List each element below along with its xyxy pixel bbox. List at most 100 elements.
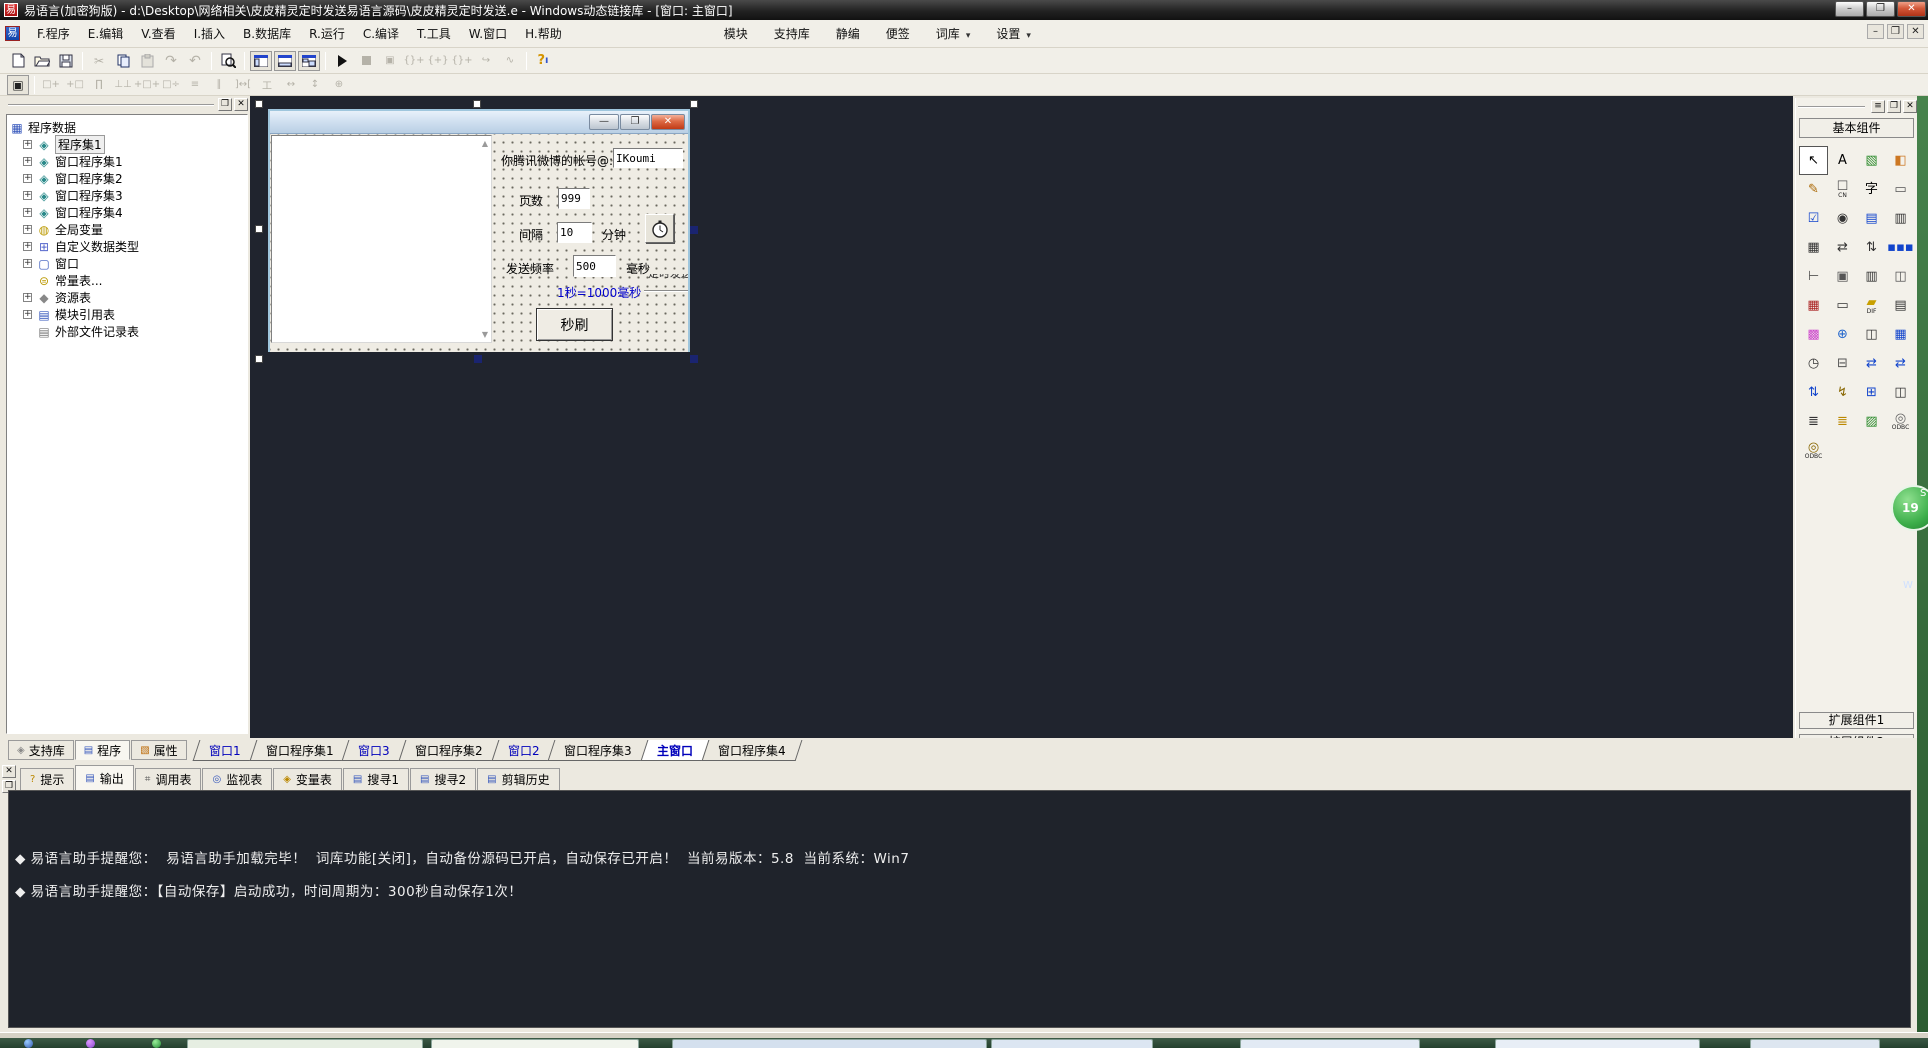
palette-component[interactable]: ▭ <box>1828 291 1857 320</box>
maximize-button[interactable]: ❐ <box>1866 1 1895 17</box>
document-tab[interactable]: 窗口程序集3 <box>547 740 649 761</box>
scroll-down-icon[interactable]: ▼ <box>480 330 490 339</box>
expand-icon[interactable]: + <box>23 310 32 319</box>
palette-component[interactable]: ⊟ <box>1828 349 1857 378</box>
extended-components-1-button[interactable]: 扩展组件1 <box>1799 712 1914 729</box>
document-tab[interactable]: 窗口1 <box>192 740 258 761</box>
palette-component[interactable]: 字 <box>1857 175 1886 204</box>
context-help-icon[interactable]: ? ı <box>532 51 554 71</box>
tree-item[interactable]: + ◍ 全局变量 <box>9 221 245 238</box>
align-icon[interactable]: +□+ <box>134 75 160 95</box>
document-tab[interactable]: 窗口程序集2 <box>398 740 499 761</box>
output-tab[interactable]: ◈ 变量表 <box>273 768 342 790</box>
expand-icon[interactable]: + <box>23 225 32 234</box>
form-maximize-button[interactable]: ❐ <box>620 114 650 130</box>
palette-component[interactable]: ☐ CN <box>1828 175 1857 204</box>
panel-tab[interactable]: ◈ 支持库 <box>8 740 74 760</box>
panel-button[interactable]: ✕ <box>2 765 16 778</box>
palette-component[interactable]: ▪▪▪ <box>1886 233 1915 262</box>
palette-component[interactable]: A <box>1828 146 1857 175</box>
expand-icon[interactable]: + <box>23 157 32 166</box>
menu-item[interactable]: B.数据库 <box>234 22 300 45</box>
listbox-scrollbar[interactable]: ▲ ▼ <box>479 136 491 342</box>
close-button[interactable]: ✕ <box>1897 1 1926 17</box>
debug-icon[interactable]: ↪ <box>475 51 497 71</box>
document-tab[interactable]: 主窗口 <box>640 740 710 761</box>
expand-icon[interactable]: + <box>23 293 32 302</box>
copy-icon[interactable] <box>112 51 134 71</box>
taskbar-button[interactable] <box>991 1039 1153 1048</box>
resize-handle[interactable] <box>255 355 263 363</box>
tree-item[interactable]: + ◈ 窗口程序集1 <box>9 153 245 170</box>
debug-icon[interactable]: ∿ <box>499 51 521 71</box>
palette-component[interactable]: ◷ <box>1799 349 1828 378</box>
expand-icon[interactable]: + <box>23 191 32 200</box>
debug-icon[interactable]: {+} <box>427 51 449 71</box>
align-icon[interactable]: □+ <box>40 75 62 95</box>
menu-item[interactable]: 静编 <box>823 22 873 45</box>
tree-item[interactable]: + ⊞ 自定义数据类型 <box>9 238 245 255</box>
palette-component[interactable]: ▥ <box>1857 262 1886 291</box>
expand-icon[interactable]: + <box>23 140 32 149</box>
layout-mixed-pane-icon[interactable] <box>298 50 320 71</box>
palette-component[interactable]: ⇄ <box>1828 233 1857 262</box>
resize-handle[interactable] <box>690 355 698 363</box>
palette-component[interactable]: ↖ <box>1799 146 1828 175</box>
tree-item[interactable]: + ◈ 程序集1 <box>9 135 245 154</box>
paste-icon[interactable] <box>136 51 158 71</box>
mdi-control-button[interactable]: – <box>1867 24 1884 39</box>
menu-item[interactable]: W.窗口 <box>460 22 516 45</box>
panel-button[interactable]: ❐ <box>218 98 232 111</box>
menu-item[interactable]: 模块 <box>711 22 761 45</box>
menu-item[interactable]: T.工具 <box>408 22 460 45</box>
form-close-button[interactable]: ✕ <box>651 114 685 130</box>
output-tab[interactable]: ▤ 搜寻1 <box>342 768 410 790</box>
palette-component[interactable]: ▤ <box>1857 204 1886 233</box>
stop-icon[interactable] <box>355 51 377 71</box>
menu-item[interactable]: F.程序 <box>28 22 79 45</box>
open-file-icon[interactable] <box>31 51 53 71</box>
output-tab[interactable]: ▤ 输出 <box>75 765 134 790</box>
mdi-control-button[interactable]: ❐ <box>1887 24 1904 39</box>
menu-item[interactable]: 词库 <box>923 22 984 45</box>
taskbar-button[interactable] <box>431 1039 639 1048</box>
palette-component[interactable]: ▦ <box>1886 320 1915 349</box>
align-icon[interactable]: ⊕ <box>328 75 350 95</box>
layout-top-pane-icon[interactable] <box>274 50 296 71</box>
palette-component[interactable]: ◫ <box>1886 262 1915 291</box>
run-icon[interactable] <box>331 51 353 71</box>
taskbar-icon[interactable] <box>86 1039 95 1048</box>
tree-item[interactable]: + ◈ 窗口程序集2 <box>9 170 245 187</box>
palette-component[interactable]: ☑ <box>1799 204 1828 233</box>
expand-icon[interactable]: + <box>23 242 32 251</box>
menu-item[interactable]: 便签 <box>873 22 923 45</box>
output-tab[interactable]: ? 提示 <box>20 768 75 790</box>
save-icon[interactable] <box>55 51 77 71</box>
align-icon[interactable]: ≡ <box>184 75 206 95</box>
panel-button[interactable]: ✕ <box>234 98 248 111</box>
palette-component[interactable]: ▰ DIF <box>1857 291 1886 320</box>
palette-component[interactable]: ▧ <box>1857 146 1886 175</box>
interval-input[interactable] <box>557 222 592 243</box>
palette-component[interactable]: ◉ <box>1828 204 1857 233</box>
resize-handle[interactable] <box>690 100 698 108</box>
palette-component[interactable]: ◎ ODBC <box>1799 436 1828 465</box>
refresh-button[interactable]: 秒刷 <box>536 308 613 341</box>
palette-component[interactable]: ⇅ <box>1857 233 1886 262</box>
mdi-control-button[interactable]: ✕ <box>1907 24 1924 39</box>
menu-item[interactable]: 支持库 <box>761 22 823 45</box>
debug-icon[interactable]: {}+ <box>451 51 473 71</box>
align-icon[interactable]: ⊥⊥ <box>112 75 134 95</box>
taskbar-button[interactable] <box>1750 1039 1880 1048</box>
tree-item[interactable]: ⊜ 常量表... <box>9 272 245 289</box>
expand-icon[interactable] <box>23 327 32 336</box>
menu-item[interactable]: V.查看 <box>132 22 184 45</box>
palette-component[interactable]: ▩ <box>1799 320 1828 349</box>
form-grid-toggle-icon[interactable]: ▣ <box>7 74 29 95</box>
palette-component[interactable]: ◧ <box>1886 146 1915 175</box>
menu-item[interactable]: C.编译 <box>354 22 408 45</box>
output-tab[interactable]: ▤ 搜寻2 <box>410 768 477 790</box>
expand-icon[interactable]: + <box>23 174 32 183</box>
palette-component[interactable]: ⇄ <box>1857 349 1886 378</box>
expand-icon[interactable] <box>23 276 32 285</box>
